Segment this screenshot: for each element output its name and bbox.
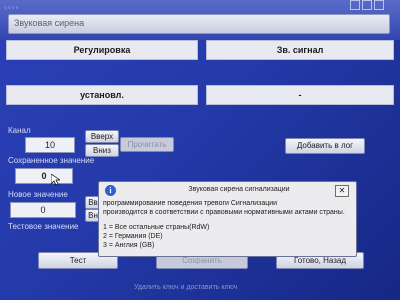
maximize-icon[interactable] bbox=[362, 0, 372, 10]
dialog-option: 3 = Англия (GB) bbox=[103, 242, 155, 249]
up-button[interactable]: Вверх bbox=[85, 130, 119, 143]
window-title: Звуковая сирена bbox=[14, 18, 85, 28]
dialog-text-line: программирование поведения тревоги Сигна… bbox=[103, 200, 278, 207]
close-window-icon[interactable] bbox=[374, 0, 384, 10]
new-value-field[interactable]: 0 bbox=[10, 202, 76, 218]
dialog-option: 1 = Все остальные страны(RdW) bbox=[103, 224, 210, 231]
info-dialog: i Звуковая сирена сигнализации ✕ програм… bbox=[98, 181, 357, 257]
mouse-cursor-icon bbox=[51, 174, 60, 186]
menu-icon[interactable]: ◦◦◦◦ bbox=[4, 3, 19, 12]
cell-signal-value: - bbox=[206, 85, 394, 105]
dialog-text-line: производится в соответствии с правовыми … bbox=[103, 209, 345, 216]
minimize-icon[interactable] bbox=[350, 0, 360, 10]
saved-value-label: Сохраненное значение bbox=[8, 156, 95, 165]
read-button[interactable]: Прочитать bbox=[120, 137, 174, 152]
dialog-title: Звуковая сирена сигнализации bbox=[188, 186, 290, 193]
dialog-option: 2 = Германия (DE) bbox=[103, 233, 163, 240]
footer-text: Удалить ключ и доставить ключ bbox=[134, 284, 238, 291]
test-value-label: Тестовое значение bbox=[8, 222, 79, 231]
info-icon: i bbox=[105, 185, 116, 196]
close-icon[interactable]: ✕ bbox=[335, 185, 349, 197]
column-header-signal: Зв. сигнал bbox=[206, 40, 394, 60]
column-header-adjustment: Регулировка bbox=[6, 40, 198, 60]
channel-field[interactable]: 10 bbox=[25, 137, 75, 153]
saved-value-field: 0 bbox=[15, 168, 73, 184]
dialog-header: i Звуковая сирена сигнализации ✕ bbox=[99, 182, 356, 197]
dialog-body: программирование поведения тревоги Сигна… bbox=[103, 199, 353, 250]
title-bar: ◦◦◦◦ Звуковая сирена bbox=[0, 0, 400, 40]
title-field: Звуковая сирена bbox=[8, 14, 390, 34]
channel-label: Канал bbox=[8, 126, 31, 135]
cell-adjustment-value: установл. bbox=[6, 85, 198, 105]
add-to-log-button[interactable]: Добавить в лог bbox=[285, 138, 365, 154]
app-screen: ◦◦◦◦ Звуковая сирена Регулировка Зв. сиг… bbox=[0, 0, 400, 300]
new-value-label: Новое значение bbox=[8, 190, 68, 199]
